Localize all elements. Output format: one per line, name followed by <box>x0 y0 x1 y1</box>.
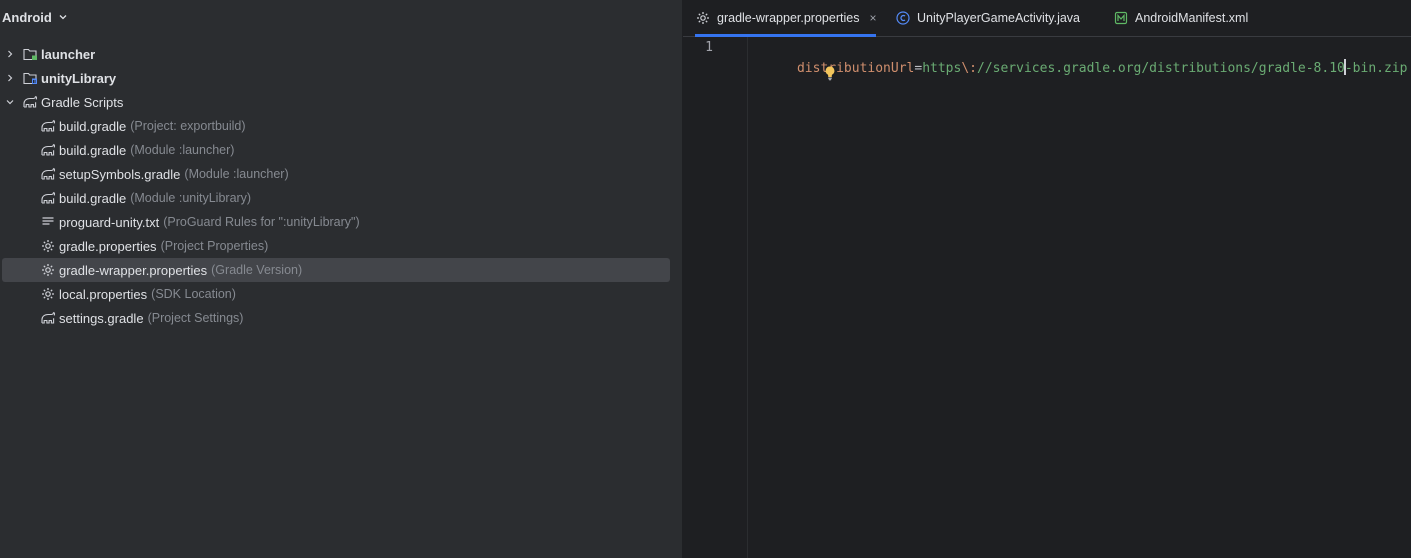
project-view-selector[interactable]: Android <box>2 8 68 26</box>
gear-icon <box>695 10 711 26</box>
editor-gutter[interactable]: 1 <box>683 37 748 558</box>
tree-item-build-gradle[interactable]: build.gradle (Module :unityLibrary) <box>2 186 670 210</box>
library-module-icon <box>22 70 38 86</box>
gradle-elephant-icon <box>40 142 56 158</box>
tree-item-proguard-unity-txt[interactable]: proguard-unity.txt (ProGuard Rules for ":… <box>2 210 670 234</box>
gradle-elephant-icon <box>40 166 56 182</box>
editor-area: gradle-wrapper.properties × UnityPlayerG… <box>683 0 1411 558</box>
property-key: distributionUrl <box>796 61 915 76</box>
gradle-elephant-icon <box>40 190 56 206</box>
property-value-escape: \: <box>961 61 977 76</box>
project-tool-window: Android launcher unityLibrary Gradle Scrip… <box>0 0 682 558</box>
tree-item-hint: (Module :launcher) <box>184 167 289 181</box>
tree-item-label: local.properties <box>59 286 148 302</box>
text-file-icon <box>40 214 56 230</box>
tab-label: AndroidManifest.xml <box>1135 11 1249 25</box>
gradle-elephant-icon <box>22 94 38 110</box>
tree-item-hint: (Gradle Version) <box>211 263 303 277</box>
tree-item-gradle-wrapper-properties[interactable]: gradle-wrapper.properties (Gradle Version… <box>2 258 670 282</box>
tree-item-hint: (SDK Location) <box>151 287 236 301</box>
tree-item-label: gradle-wrapper.properties <box>59 262 208 278</box>
gear-icon <box>40 286 56 302</box>
tree-item-gradle-scripts[interactable]: Gradle Scripts <box>2 90 670 114</box>
tree-item-label: build.gradle <box>59 142 127 158</box>
tree-item-hint: (Module :launcher) <box>130 143 235 157</box>
manifest-icon <box>1113 10 1129 26</box>
java-class-icon <box>895 10 911 26</box>
tree-item-label: Gradle Scripts <box>41 94 124 110</box>
tree-item-label: launcher <box>41 46 96 62</box>
chevron-right-icon[interactable] <box>2 70 18 86</box>
tab-androidmanifest-xml[interactable]: AndroidManifest.xml <box>1113 0 1248 36</box>
tree-item-launcher[interactable]: launcher <box>2 42 670 66</box>
tree-item-hint: (Project Properties) <box>160 239 269 253</box>
tree-item-label: gradle.properties <box>59 238 157 254</box>
chevron-down-icon[interactable] <box>2 94 18 110</box>
tree-item-label: build.gradle <box>59 118 127 134</box>
property-value-scheme: https <box>922 61 962 76</box>
tree-item-settings-gradle[interactable]: settings.gradle (Project Settings) <box>2 306 670 330</box>
tree-item-hint: (Project: exportbuild) <box>130 119 246 133</box>
tab-label: UnityPlayerGameActivity.java <box>917 11 1081 25</box>
module-folder-icon <box>22 46 38 62</box>
code-editor[interactable]: distributionUrl=https\://services.gradle… <box>750 37 1411 558</box>
gear-icon <box>40 238 56 254</box>
tab-gradle-wrapper-properties[interactable]: gradle-wrapper.properties × <box>695 0 877 37</box>
gradle-elephant-icon <box>40 310 56 326</box>
property-value-path: //services.gradle.org/distributions/grad… <box>977 61 1345 76</box>
project-view-mode-label: Android <box>2 9 52 25</box>
tree-item-setupsymbols-gradle[interactable]: setupSymbols.gradle (Module :launcher) <box>2 162 670 186</box>
tree-item-build-gradle[interactable]: build.gradle (Project: exportbuild) <box>2 114 670 138</box>
tree-item-label: proguard-unity.txt <box>59 214 160 230</box>
tab-unityplayergameactivity-java[interactable]: UnityPlayerGameActivity.java <box>895 0 1080 36</box>
tree-item-local-properties[interactable]: local.properties (SDK Location) <box>2 282 670 306</box>
code-line[interactable]: distributionUrl=https\://services.gradle… <box>750 39 1407 76</box>
tree-item-hint: (Project Settings) <box>147 311 244 325</box>
tab-label: gradle-wrapper.properties <box>717 11 860 25</box>
tree-item-gradle-properties[interactable]: gradle.properties (Project Properties) <box>2 234 670 258</box>
tree-item-hint: (Module :unityLibrary) <box>130 191 252 205</box>
tree-item-label: unityLibrary <box>41 70 117 86</box>
tree-item-label: build.gradle <box>59 190 127 206</box>
chevron-right-icon[interactable] <box>2 46 18 62</box>
close-icon[interactable]: × <box>869 11 876 25</box>
property-value-suffix: -bin.zip <box>1344 61 1408 76</box>
tree-item-label: setupSymbols.gradle <box>59 166 181 182</box>
gear-icon <box>40 262 56 278</box>
gradle-elephant-icon <box>40 118 56 134</box>
tree-item-build-gradle[interactable]: build.gradle (Module :launcher) <box>2 138 670 162</box>
tree-item-label: settings.gradle <box>59 310 144 326</box>
editor-tab-bar: gradle-wrapper.properties × UnityPlayerG… <box>683 0 1411 37</box>
line-number: 1 <box>705 40 713 55</box>
tree-item-unitylibrary[interactable]: unityLibrary <box>2 66 670 90</box>
chevron-down-icon <box>59 15 67 20</box>
lightbulb-icon[interactable] <box>823 65 837 84</box>
tree-item-hint: (ProGuard Rules for ":unityLibrary") <box>163 215 360 229</box>
